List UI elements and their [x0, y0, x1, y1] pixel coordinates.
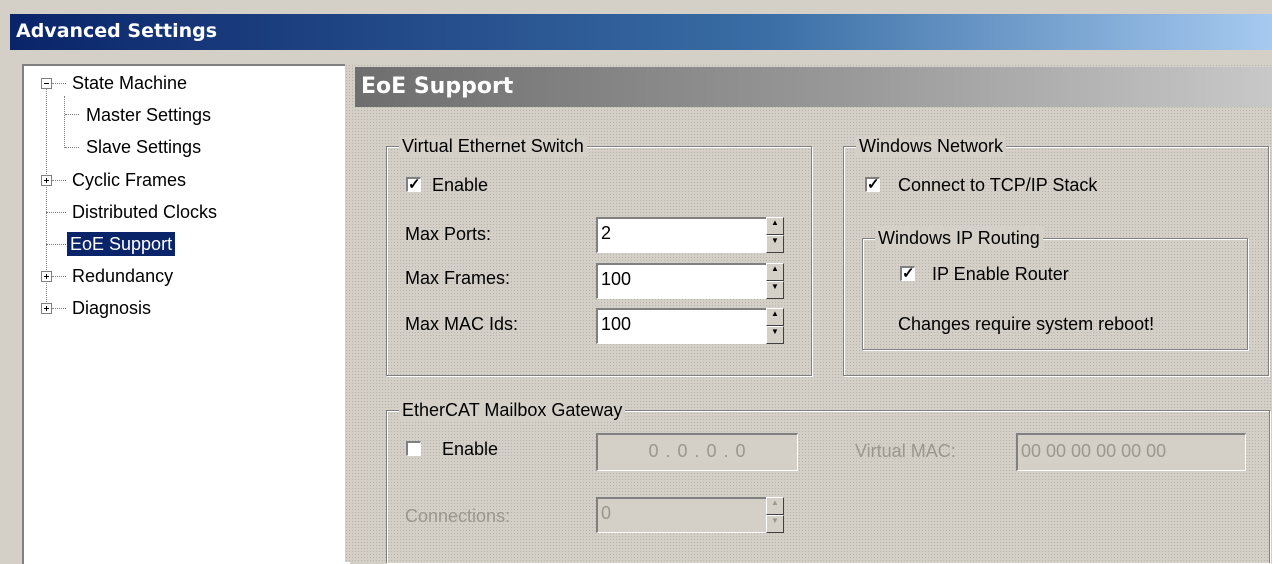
gateway-ip-address-field: 0 . 0 . 0 . 0	[596, 433, 798, 471]
ip-enable-router-label[interactable]: IP Enable Router	[932, 264, 1069, 285]
tree-connector	[64, 96, 65, 148]
tree-connector	[46, 212, 66, 213]
tree-connector	[52, 276, 66, 277]
max-frames-input[interactable]: 100	[596, 263, 768, 299]
tree-item-eoe-support[interactable]: EoE Support	[67, 232, 176, 256]
tree-connector	[46, 244, 66, 245]
tree-item-state-machine[interactable]: State Machine	[69, 71, 190, 95]
window-title: Advanced Settings	[16, 20, 218, 42]
tree-item-cyclic-frames[interactable]: Cyclic Frames	[69, 168, 189, 192]
tree-item-diagnosis[interactable]: Diagnosis	[69, 296, 154, 320]
group-title: Virtual Ethernet Switch	[399, 135, 587, 157]
connections-label: Connections:	[405, 506, 511, 526]
tree-item-redundancy[interactable]: Redundancy	[69, 264, 176, 288]
max-mac-ids-label: Max MAC Ids:	[405, 314, 519, 334]
max-ports-spinner[interactable]: ▲ ▼	[766, 217, 784, 253]
group-title: Windows IP Routing	[875, 227, 1043, 249]
max-frames-label: Max Frames:	[405, 268, 511, 288]
group-title: Windows Network	[856, 135, 1007, 157]
ip-enable-router-checkbox[interactable]	[900, 264, 915, 282]
max-ports-input[interactable]: 2	[596, 217, 768, 253]
ves-enable-label[interactable]: Enable	[432, 175, 488, 196]
connections-spinner: ▲ ▼	[766, 497, 784, 533]
settings-tree[interactable]: State Machine Master Settings Slave Sett…	[22, 64, 350, 564]
reboot-note: Changes require system reboot!	[898, 314, 1155, 334]
tree-connector	[65, 147, 79, 148]
connect-tcpip-label[interactable]: Connect to TCP/IP Stack	[898, 175, 1097, 196]
max-mac-ids-spinner[interactable]: ▲ ▼	[766, 308, 784, 344]
tree-item-master-settings[interactable]: Master Settings	[83, 103, 214, 127]
virtual-mac-label: Virtual MAC:	[855, 441, 956, 461]
ves-enable-checkbox[interactable]	[406, 175, 421, 193]
tree-connector	[65, 114, 79, 115]
tree-connector	[52, 308, 66, 309]
gateway-enable-checkbox[interactable]	[406, 441, 421, 456]
expand-icon[interactable]	[41, 271, 52, 282]
gateway-enable-label[interactable]: Enable	[442, 439, 498, 460]
window-titlebar: Advanced Settings	[10, 14, 1272, 50]
tree-connector	[52, 180, 66, 181]
collapse-icon[interactable]	[41, 78, 52, 89]
max-ports-label: Max Ports:	[405, 224, 492, 244]
expand-icon[interactable]	[41, 303, 52, 314]
group-title: EtherCAT Mailbox Gateway	[399, 399, 626, 421]
panel-title: EoE Support	[361, 74, 514, 99]
tree-item-slave-settings[interactable]: Slave Settings	[83, 135, 204, 159]
tree-item-distributed-clocks[interactable]: Distributed Clocks	[69, 200, 220, 224]
virtual-mac-field: 00 00 00 00 00 00	[1016, 433, 1246, 471]
max-frames-spinner[interactable]: ▲ ▼	[766, 263, 784, 299]
expand-icon[interactable]	[41, 175, 52, 186]
connections-input: 0	[596, 497, 768, 533]
connect-tcpip-checkbox[interactable]	[865, 175, 880, 193]
max-mac-ids-input[interactable]: 100	[596, 308, 768, 344]
panel-header: EoE Support	[355, 67, 1272, 107]
tree-connector	[52, 83, 66, 84]
